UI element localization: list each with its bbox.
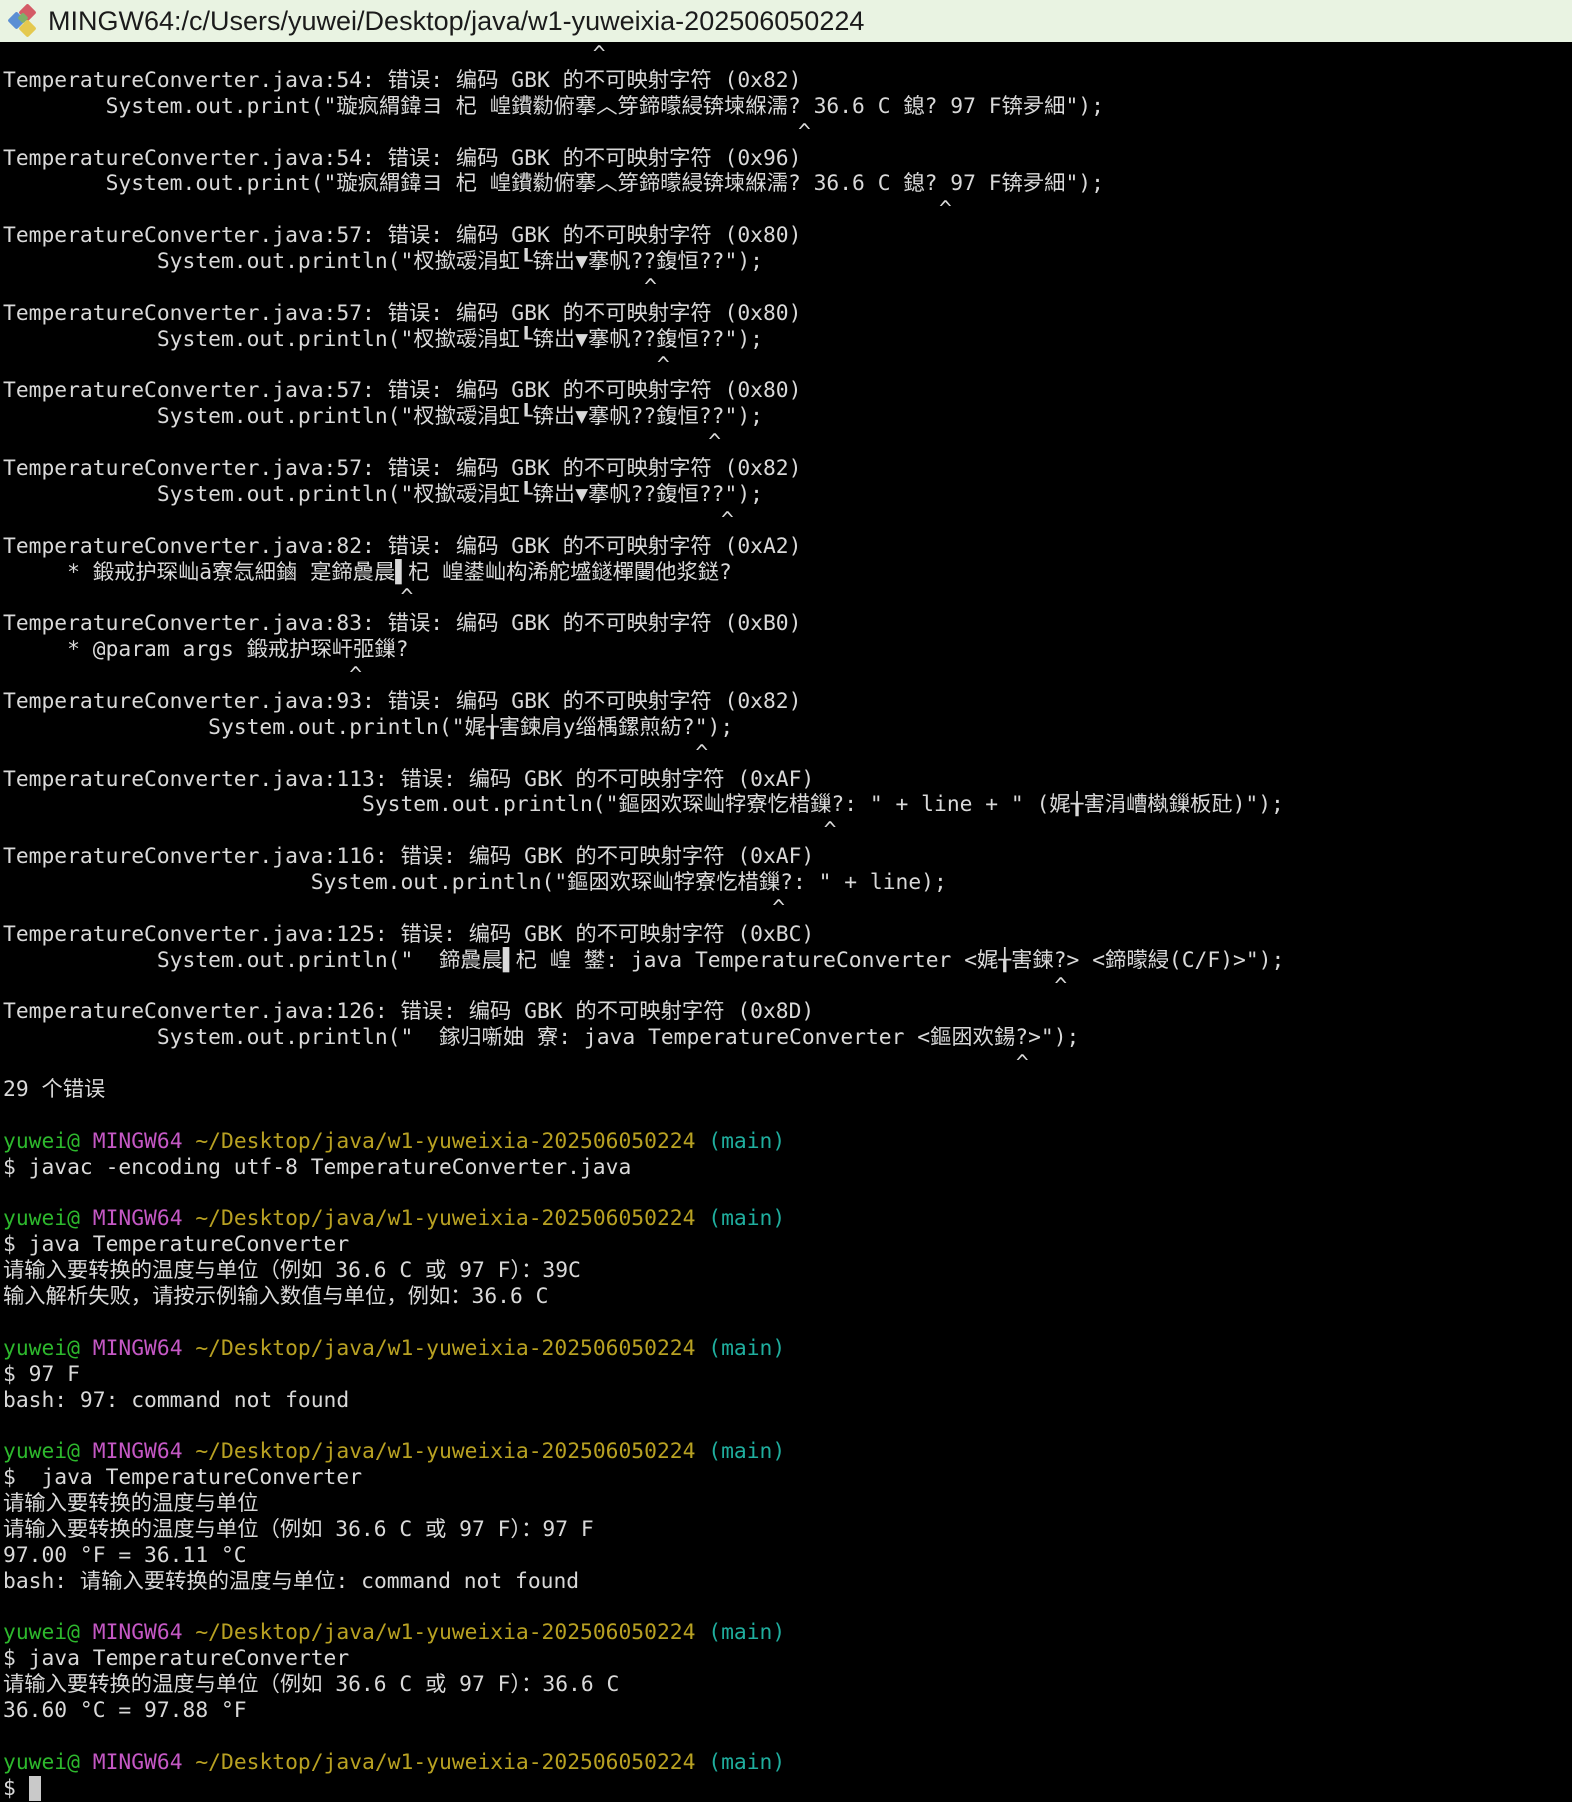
terminal-line: TemperatureConverter.java:113: 错误: 编码 GB… [3,767,1572,793]
caret-line: ^ [3,353,1572,379]
terminal-line [3,1724,1572,1750]
caret-line: ^ [3,1051,1572,1077]
terminal-line: TemperatureConverter.java:83: 错误: 编码 GBK… [3,611,1572,637]
prompt-line: yuwei@ MINGW64 ~/Desktop/java/w1-yuweixi… [3,1750,1572,1776]
terminal-line: System.out.print("璇疯緭鍏ヨ 杞 崲鐨勬俯搴︿笌鍗曚綅锛堜緥濡… [3,171,1572,197]
caret-line: ^ [3,197,1572,223]
terminal-line: TemperatureConverter.java:57: 错误: 编码 GBK… [3,301,1572,327]
prompt-line: yuwei@ MINGW64 ~/Desktop/java/w1-yuweixi… [3,1206,1572,1232]
terminal-line: $ 97 F [3,1362,1572,1388]
terminal-line: * 鍛戒护琛屾ā寮忥細鏀 寔鍗曟晨▌杞 崲鍙屾构浠舵墭鐩樿闄他浆鎹? [3,560,1572,586]
terminal-line: TemperatureConverter.java:57: 错误: 编码 GBK… [3,378,1572,404]
terminal-line [3,1413,1572,1439]
terminal-line [3,1595,1572,1621]
terminal-line: TemperatureConverter.java:57: 错误: 编码 GBK… [3,223,1572,249]
msys2-app-icon [8,4,42,38]
terminal-line: System.out.print("璇疯緭鍏ヨ 杞 崲鐨勬俯搴︿笌鍗曚綅锛堜緥濡… [3,94,1572,120]
terminal-line: TemperatureConverter.java:126: 错误: 编码 GB… [3,999,1572,1025]
terminal-line: System.out.println("娓╁害鍊肩у缁楀鏍煎紡?"); [3,715,1572,741]
window-title: MINGW64:/c/Users/yuwei/Desktop/java/w1-y… [48,6,864,37]
caret-line: ^ [3,275,1572,301]
terminal-screen[interactable]: ^TemperatureConverter.java:54: 错误: 编码 GB… [0,42,1572,1802]
terminal-line [3,1181,1572,1207]
terminal-line: $ javac -encoding utf-8 TemperatureConve… [3,1155,1572,1181]
caret-line: ^ [3,974,1572,1000]
terminal-line: TemperatureConverter.java:82: 错误: 编码 GBK… [3,534,1572,560]
terminal-line [3,1103,1572,1129]
terminal-line: TemperatureConverter.java:54: 错误: 编码 GBK… [3,146,1572,172]
terminal-line: bash: 请输入要转换的温度与单位: command not found [3,1569,1572,1595]
prompt-line: yuwei@ MINGW64 ~/Desktop/java/w1-yuweixi… [3,1129,1572,1155]
terminal-line: System.out.println("杈撳叆涓虹┖锛岀▼搴帆??鍑恒??"); [3,327,1572,353]
prompt-line: yuwei@ MINGW64 ~/Desktop/java/w1-yuweixi… [3,1439,1572,1465]
caret-line: ^ [3,663,1572,689]
terminal-line: TemperatureConverter.java:116: 错误: 编码 GB… [3,844,1572,870]
caret-line: ^ [3,585,1572,611]
terminal-line: 36.60 °C = 97.88 °F [3,1698,1572,1724]
caret-line: ^ [3,430,1572,456]
terminal-line [3,1310,1572,1336]
terminal-line: $ java TemperatureConverter [3,1646,1572,1672]
caret-line: ^ [3,120,1572,146]
terminal-line: * @param args 鍛戒护琛屽弬鏁? [3,637,1572,663]
terminal-line: bash: 97: command not found [3,1388,1572,1414]
caret-line: ^ [3,896,1572,922]
prompt-line: yuwei@ MINGW64 ~/Desktop/java/w1-yuweixi… [3,1336,1572,1362]
terminal-line: 请输入要转换的温度与单位（例如 36.6 C 或 97 F）：36.6 C [3,1672,1572,1698]
terminal-line: TemperatureConverter.java:57: 错误: 编码 GBK… [3,456,1572,482]
terminal-line: 29 个错误 [3,1077,1572,1103]
terminal-line: $ java TemperatureConverter [3,1465,1572,1491]
prompt-line: yuwei@ MINGW64 ~/Desktop/java/w1-yuweixi… [3,1620,1572,1646]
terminal-line: $ java TemperatureConverter [3,1232,1572,1258]
terminal-line: System.out.println("鏂囦欢琛屾牸寮忔棤鏁?: " + lin… [3,792,1572,818]
terminal-line: System.out.println(" 鍗曟晨▌杞 崲 鐢: java Tem… [3,948,1572,974]
terminal-line: 请输入要转换的温度与单位 [3,1491,1572,1517]
terminal-line: $ [3,1776,1572,1802]
window-titlebar[interactable]: MINGW64:/c/Users/yuwei/Desktop/java/w1-y… [0,0,1572,42]
terminal-line: 请输入要转换的温度与单位（例如 36.6 C 或 97 F）：97 F [3,1517,1572,1543]
terminal-line: TemperatureConverter.java:93: 错误: 编码 GBK… [3,689,1572,715]
caret-line: ^ [3,508,1572,534]
terminal-line: 97.00 °F = 36.11 °C [3,1543,1572,1569]
terminal-line: TemperatureConverter.java:125: 错误: 编码 GB… [3,922,1572,948]
terminal-line: System.out.println("杈撳叆涓虹┖锛岀▼搴帆??鍑恒??"); [3,482,1572,508]
terminal-line: TemperatureConverter.java:54: 错误: 编码 GBK… [3,68,1572,94]
terminal-line: 输入解析失败，请按示例输入数值与单位，例如：36.6 C [3,1284,1572,1310]
caret-line: ^ [3,741,1572,767]
terminal-line: System.out.println("鏂囦欢琛屾牸寮忔棤鏁?: " + lin… [3,870,1572,896]
caret-line: ^ [3,42,1572,68]
terminal-line: 请输入要转换的温度与单位（例如 36.6 C 或 97 F）：39C [3,1258,1572,1284]
terminal-line: System.out.println("杈撳叆涓虹┖锛岀▼搴帆??鍑恒??"); [3,249,1572,275]
caret-line: ^ [3,818,1572,844]
terminal-line: System.out.println(" 鎵归噺妯 寮: java Temper… [3,1025,1572,1051]
terminal-line: System.out.println("杈撳叆涓虹┖锛岀▼搴帆??鍑恒??"); [3,404,1572,430]
